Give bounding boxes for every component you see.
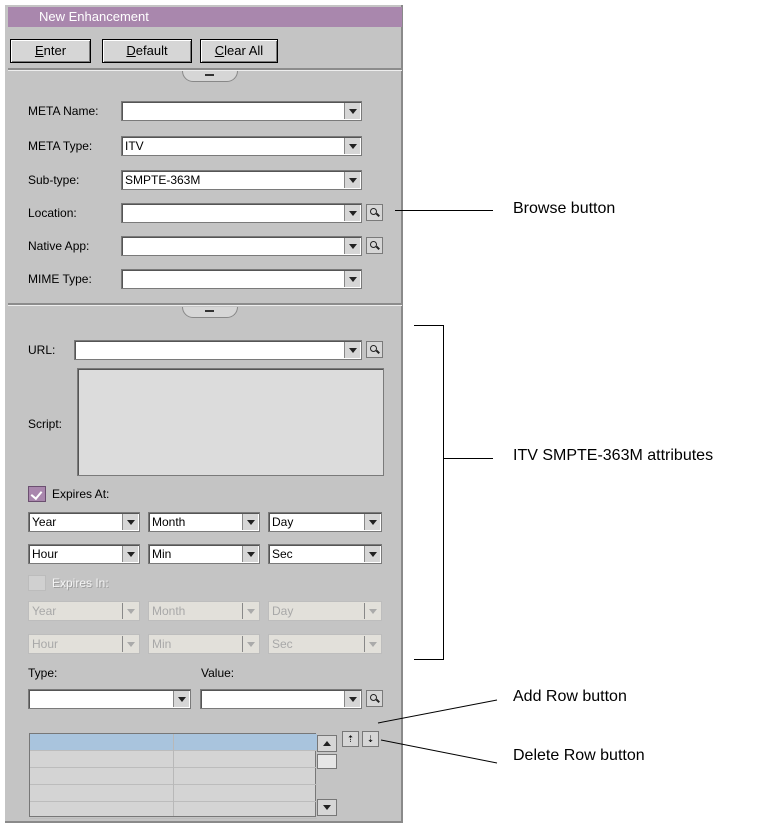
callout-lines (377, 699, 498, 764)
add-row-annotation: Add Row button (513, 688, 627, 705)
delete-row-annotation: Delete Row button (513, 747, 645, 764)
